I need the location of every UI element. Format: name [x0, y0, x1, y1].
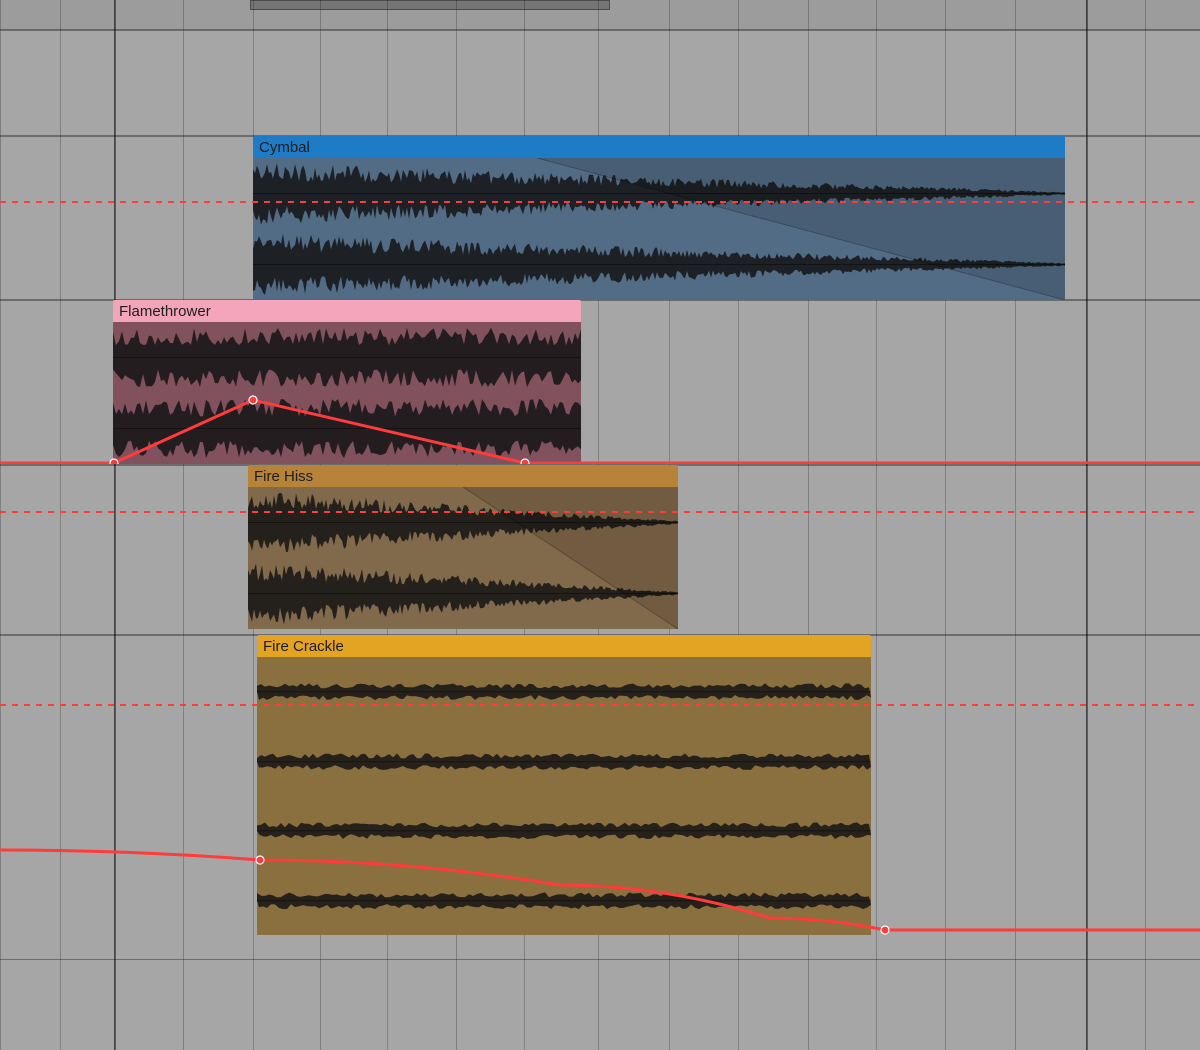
- track-lane[interactable]: [0, 30, 1200, 136]
- overview-minimap[interactable]: [0, 0, 1200, 30]
- clip-body[interactable]: [253, 158, 1065, 300]
- clip-label: Fire Hiss: [254, 468, 313, 485]
- minimap-thumb[interactable]: [250, 0, 610, 10]
- clip-label: Cymbal: [259, 139, 310, 156]
- clip-fire-crackle[interactable]: Fire Crackle: [257, 635, 871, 935]
- arrangement-view[interactable]: Cymbal Flamethrower Fire Hiss Fire Crackle: [0, 0, 1200, 1050]
- waveform-channel: [253, 158, 1065, 229]
- clip-title-bar[interactable]: Cymbal: [253, 136, 1065, 158]
- clip-label: Flamethrower: [119, 303, 211, 320]
- clip-title-bar[interactable]: Fire Crackle: [257, 635, 871, 657]
- clip-body[interactable]: [248, 487, 678, 629]
- waveform-channel: [248, 558, 678, 629]
- waveform-channel: [113, 393, 581, 464]
- waveform-channel: [257, 866, 871, 936]
- clip-body[interactable]: [257, 657, 871, 935]
- clip-label: Fire Crackle: [263, 638, 344, 655]
- clip-cymbal[interactable]: Cymbal: [253, 136, 1065, 300]
- waveform-channel: [253, 229, 1065, 300]
- clip-fire-hiss[interactable]: Fire Hiss: [248, 465, 678, 629]
- waveform-channel: [257, 657, 871, 727]
- clip-body[interactable]: [113, 322, 581, 464]
- waveform-channel: [248, 487, 678, 558]
- waveform-channel: [113, 322, 581, 393]
- clip-title-bar[interactable]: Fire Hiss: [248, 465, 678, 487]
- waveform-channel: [257, 727, 871, 797]
- clip-flamethrower[interactable]: Flamethrower: [113, 300, 581, 464]
- clip-title-bar[interactable]: Flamethrower: [113, 300, 581, 322]
- waveform-channel: [257, 796, 871, 866]
